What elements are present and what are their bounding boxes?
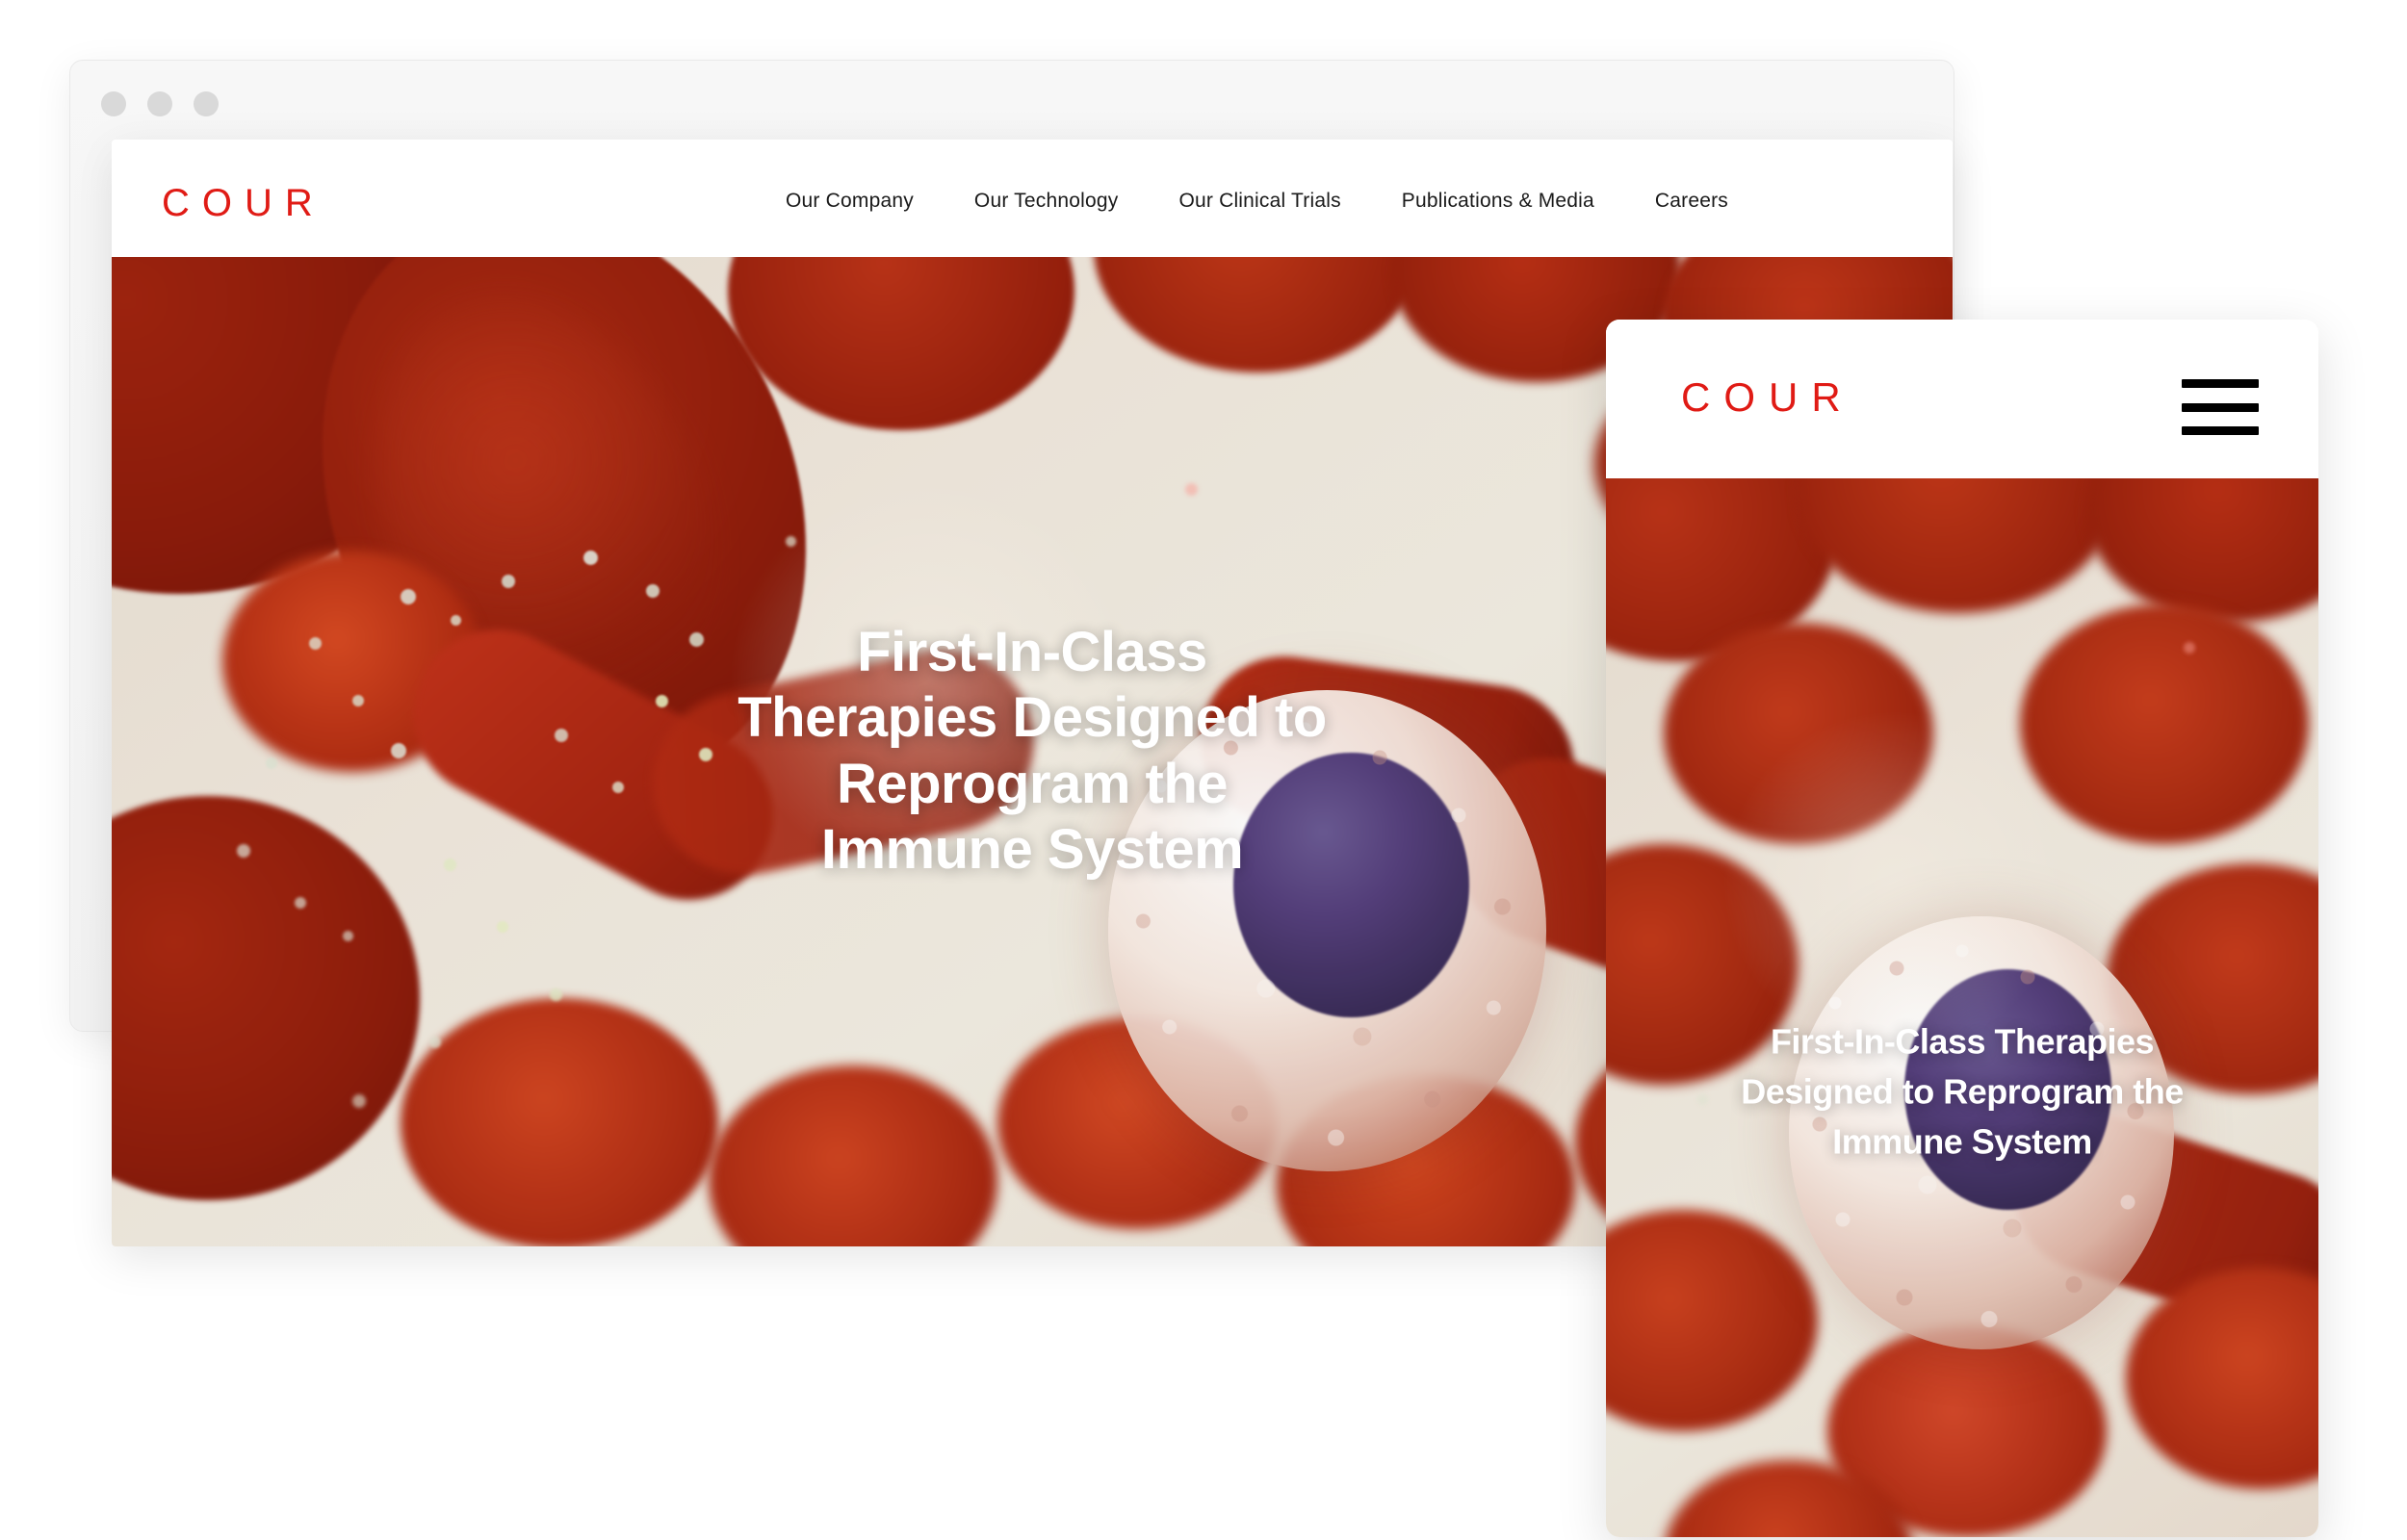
mobile-logo[interactable]: COUR [1681, 377, 1854, 418]
nav-item-publications-media[interactable]: Publications & Media [1402, 190, 1594, 213]
nav-item-careers[interactable]: Careers [1655, 190, 1728, 213]
mobile-hero-headline: First-In-Class Therapies Designed to Rep… [1673, 1017, 2251, 1168]
mobile-hero-section: First-In-Class Therapies Designed to Rep… [1606, 478, 2318, 1537]
close-dot-icon[interactable] [101, 91, 126, 116]
desktop-main-nav: Our Company Our Technology Our Clinical … [786, 190, 1728, 213]
minimize-dot-icon[interactable] [147, 91, 172, 116]
headline-line: First-In-Class Therapies [1770, 1021, 2155, 1062]
headline-line: Immune System [1832, 1122, 2092, 1163]
desktop-site-header: COUR Our Company Our Technology Our Clin… [112, 140, 1953, 257]
desktop-logo[interactable]: COUR [162, 184, 325, 222]
headline-line: First-In-Class [857, 621, 1207, 684]
headline-line: Reprogram the [836, 753, 1229, 815]
hamburger-menu-icon[interactable] [2182, 379, 2259, 435]
maximize-dot-icon[interactable] [194, 91, 219, 116]
hamburger-bar [2182, 426, 2259, 435]
headline-line: Designed to Reprogram the [1741, 1071, 2184, 1112]
mobile-device-viewport: COUR First-In-Class Therapies Designed t… [1606, 320, 2318, 1537]
mobile-site-header: COUR [1606, 320, 2318, 478]
headline-line: Therapies Designed to [738, 686, 1327, 750]
screenshot-stage: COUR Our Company Our Technology Our Clin… [0, 0, 2407, 1540]
nav-item-our-clinical-trials[interactable]: Our Clinical Trials [1178, 190, 1340, 213]
desktop-hero-headline: First-In-Class Therapies Designed to Rep… [512, 620, 1552, 884]
headline-line: Immune System [820, 818, 1244, 882]
hamburger-bar [2182, 402, 2259, 412]
hero-image-overlay [1606, 478, 2318, 1537]
nav-item-our-company[interactable]: Our Company [786, 190, 914, 213]
traffic-light-controls [101, 91, 219, 116]
nav-item-our-technology[interactable]: Our Technology [974, 190, 1119, 213]
hamburger-bar [2182, 379, 2259, 388]
